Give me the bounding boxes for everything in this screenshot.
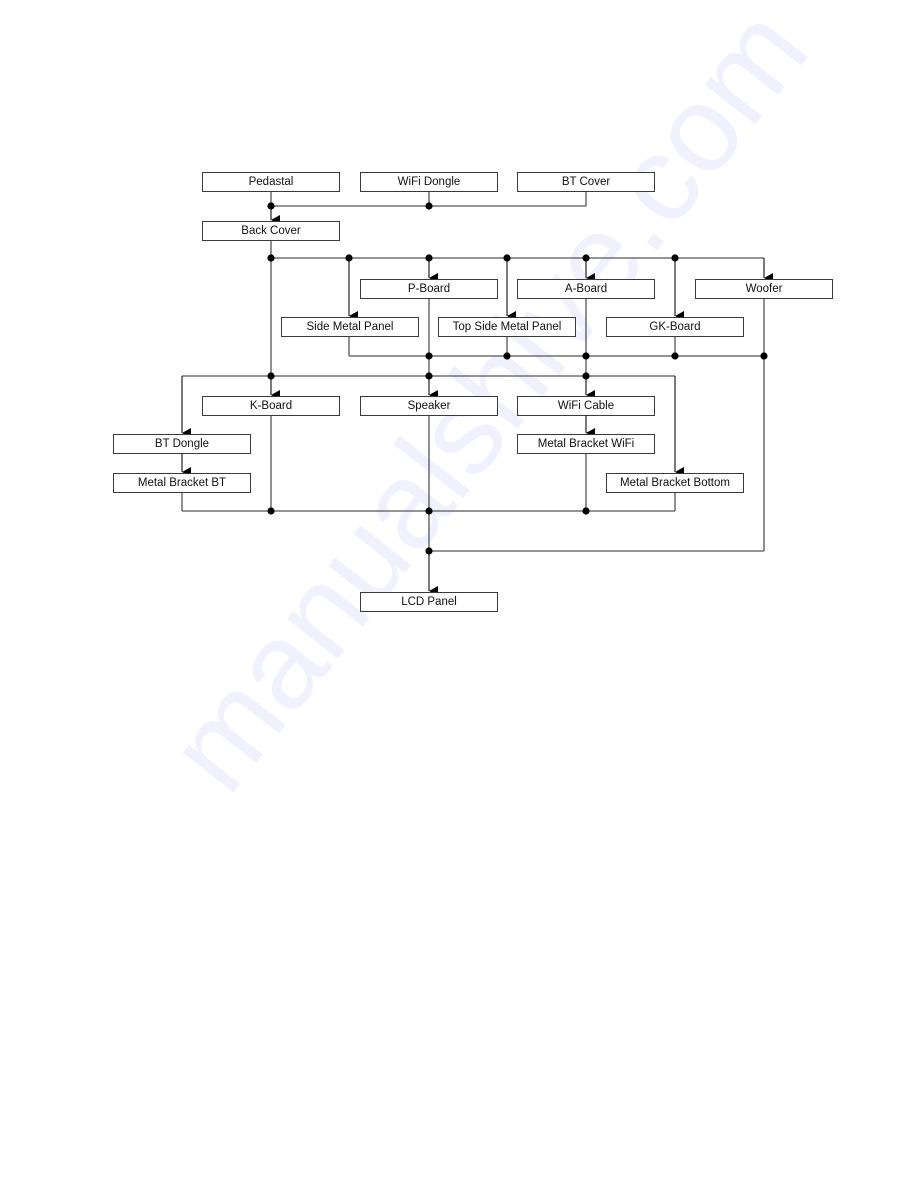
- node-metal-bracket-bottom: Metal Bracket Bottom: [606, 473, 744, 493]
- node-speaker: Speaker: [360, 396, 498, 416]
- node-metal-bracket-bt: Metal Bracket BT: [113, 473, 251, 493]
- node-pedastal: Pedastal: [202, 172, 340, 192]
- junction-back-cover-bus-5: [671, 254, 679, 262]
- node-a-board: A-Board: [517, 279, 655, 299]
- junction-back-cover-bus-4: [582, 254, 590, 262]
- junction-distribute-bus-2: [582, 372, 590, 380]
- junction-back-cover-bus-1: [345, 254, 353, 262]
- junction-distribute-bus-0: [267, 372, 275, 380]
- node-back-cover: Back Cover: [202, 221, 340, 241]
- junction-collect-bus-3: [671, 352, 679, 360]
- node-p-board: P-Board: [360, 279, 498, 299]
- junction-back-cover-bus-3: [503, 254, 511, 262]
- junction-collect2-bus-2: [582, 507, 590, 515]
- node-gk-board: GK-Board: [606, 317, 744, 337]
- junction-collect2-bus-1: [425, 507, 433, 515]
- junction-collect2-bus-0: [267, 507, 275, 515]
- junction-collect-bus-1: [503, 352, 511, 360]
- node-top-side-metal-panel: Top Side Metal Panel: [438, 317, 576, 337]
- junction-back-cover-bus-0: [267, 254, 275, 262]
- node-lcd-panel: LCD Panel: [360, 592, 498, 612]
- node-bt-cover: BT Cover: [517, 172, 655, 192]
- junction-back-cover-bus-2: [425, 254, 433, 262]
- junction-wifi-dongle: [425, 202, 433, 210]
- junction-distribute-bus-1: [425, 372, 433, 380]
- junction-collect-bus-2: [582, 352, 590, 360]
- node-woofer: Woofer: [695, 279, 833, 299]
- node-metal-bracket-wifi: Metal Bracket WiFi: [517, 434, 655, 454]
- junction-collect-bus-4: [760, 352, 768, 360]
- node-k-board: K-Board: [202, 396, 340, 416]
- junction-collect-bus-0: [425, 352, 433, 360]
- node-wifi-dongle: WiFi Dongle: [360, 172, 498, 192]
- node-bt-dongle: BT Dongle: [113, 434, 251, 454]
- junction-woofer-return: [425, 547, 433, 555]
- junction-pedastal: [267, 202, 275, 210]
- node-side-metal-panel: Side Metal Panel: [281, 317, 419, 337]
- node-wifi-cable: WiFi Cable: [517, 396, 655, 416]
